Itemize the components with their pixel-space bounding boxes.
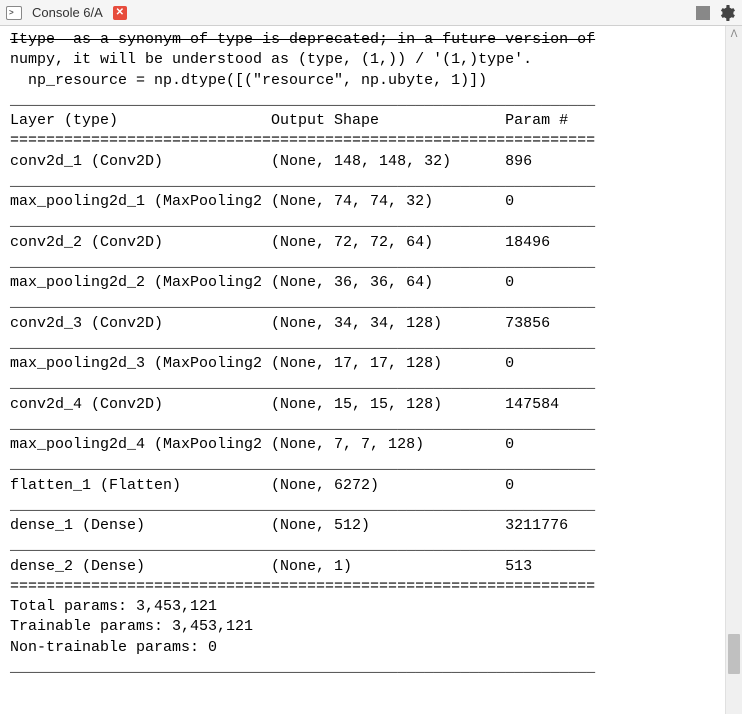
stop-icon[interactable] xyxy=(696,6,710,20)
close-tab-button[interactable]: ✕ xyxy=(113,6,127,20)
content-wrapper: Itype as a synonym of type is deprecated… xyxy=(0,26,742,714)
table-row: conv2d_1 (Conv2D) (None, 148, 148, 32) 8… xyxy=(10,153,595,170)
truncated-line: Itype as a synonym of type is deprecated… xyxy=(10,31,595,48)
separator-thin: ________________________________________… xyxy=(10,335,595,352)
separator-thin: ________________________________________… xyxy=(10,456,595,473)
separator-thin: ________________________________________… xyxy=(10,537,595,554)
console-tab-label[interactable]: Console 6/A xyxy=(28,3,107,22)
gear-icon[interactable] xyxy=(718,4,736,22)
table-row: max_pooling2d_1 (MaxPooling2 (None, 74, … xyxy=(10,193,595,210)
separator-thin: ________________________________________… xyxy=(10,497,595,514)
separator-thick: ========================================… xyxy=(10,132,595,149)
console-output[interactable]: Itype as a synonym of type is deprecated… xyxy=(0,26,725,714)
separator-thin: ________________________________________… xyxy=(10,375,595,392)
output-line: numpy, it will be understood as (type, (… xyxy=(10,51,532,68)
scroll-up-arrow[interactable]: ᐱ xyxy=(726,26,742,43)
table-row: max_pooling2d_2 (MaxPooling2 (None, 36, … xyxy=(10,274,595,291)
table-header: Layer (type) Output Shape Param # xyxy=(10,112,595,129)
table-row: dense_1 (Dense) (None, 512) 3211776 xyxy=(10,517,595,534)
table-row: flatten_1 (Flatten) (None, 6272) 0 xyxy=(10,477,595,494)
titlebar-left: Console 6/A ✕ xyxy=(6,3,690,22)
separator-thin: ________________________________________… xyxy=(10,659,595,676)
separator-thin: ________________________________________… xyxy=(10,173,595,190)
titlebar-right xyxy=(696,4,736,22)
scrollbar[interactable]: ᐱ xyxy=(725,26,742,714)
table-row: conv2d_4 (Conv2D) (None, 15, 15, 128) 14… xyxy=(10,396,595,413)
output-line: ________________________________________… xyxy=(10,92,595,109)
table-row: dense_2 (Dense) (None, 1) 513 xyxy=(10,558,595,575)
table-row: max_pooling2d_3 (MaxPooling2 (None, 17, … xyxy=(10,355,595,372)
separator-thin: ________________________________________… xyxy=(10,294,595,311)
trainable-params: Trainable params: 3,453,121 xyxy=(10,618,253,635)
separator-thick: ========================================… xyxy=(10,578,595,595)
titlebar: Console 6/A ✕ xyxy=(0,0,742,26)
separator-thin: ________________________________________… xyxy=(10,213,595,230)
separator-thin: ________________________________________… xyxy=(10,416,595,433)
table-row: conv2d_2 (Conv2D) (None, 72, 72, 64) 184… xyxy=(10,234,595,251)
separator-thin: ________________________________________… xyxy=(10,254,595,271)
total-params: Total params: 3,453,121 xyxy=(10,598,217,615)
output-line: np_resource = np.dtype([("resource", np.… xyxy=(10,72,487,89)
nontrainable-params: Non-trainable params: 0 xyxy=(10,639,217,656)
table-row: conv2d_3 (Conv2D) (None, 34, 34, 128) 73… xyxy=(10,315,595,332)
console-icon[interactable] xyxy=(6,6,22,20)
scroll-thumb[interactable] xyxy=(728,634,740,674)
table-row: max_pooling2d_4 (MaxPooling2 (None, 7, 7… xyxy=(10,436,595,453)
